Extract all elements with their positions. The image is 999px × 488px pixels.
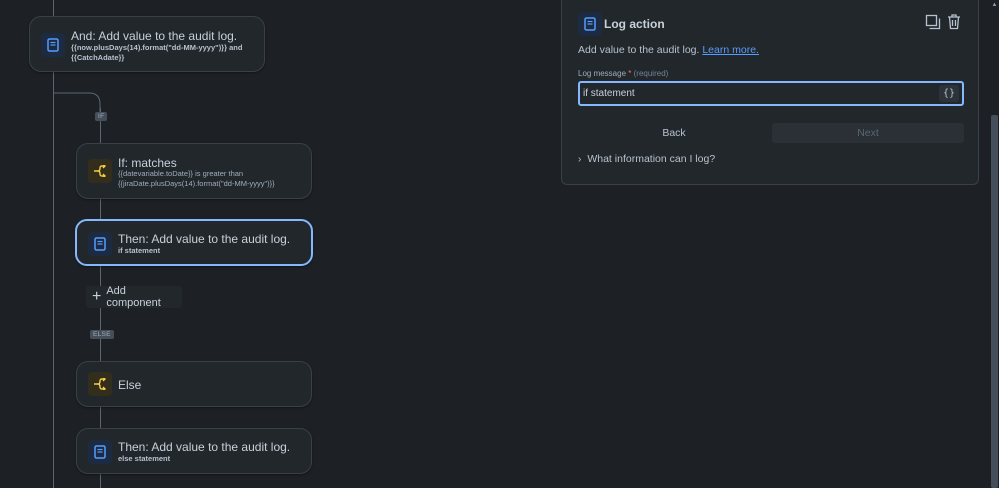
card-subtitle: else statement xyxy=(118,454,171,463)
then-action-card[interactable]: Then: Add value to the audit log. else s… xyxy=(76,428,312,474)
if-condition-card[interactable]: If: matches {{datevariable.toDate}} is g… xyxy=(76,143,312,199)
flow-branch-curve xyxy=(53,92,101,112)
and-action-card[interactable]: And: Add value to the audit log. {{now.p… xyxy=(29,16,265,72)
duplicate-icon[interactable] xyxy=(925,14,941,30)
scroll-up-arrow-icon[interactable]: ▲ xyxy=(991,1,998,9)
card-title: And: Add value to the audit log. xyxy=(71,29,238,43)
audit-log-document-icon xyxy=(41,33,65,57)
if-branch-label: IF xyxy=(95,112,108,121)
chevron-right-icon: › xyxy=(578,153,582,165)
page-scrollbar-track[interactable]: ▲ xyxy=(990,0,999,488)
card-subtitle: if statement xyxy=(118,246,161,255)
smart-value-button[interactable]: {} xyxy=(939,85,959,102)
trash-icon[interactable] xyxy=(946,13,962,30)
card-subtitle: {{CatchAdate}} xyxy=(71,53,125,62)
card-subtitle: {{datevariable.toDate}} is greater than xyxy=(118,169,244,178)
branch-condition-icon xyxy=(88,159,112,183)
card-title: Then: Add value to the audit log. xyxy=(118,232,291,246)
log-action-config-panel: Log action Add value to the audit log. L… xyxy=(561,0,979,185)
required-text: (required) xyxy=(633,69,669,78)
required-mark: * xyxy=(628,69,632,78)
add-component-button[interactable]: + Add component xyxy=(86,285,182,309)
else-branch-label: ELSE xyxy=(90,330,114,339)
flow-main-connector xyxy=(53,0,54,488)
log-message-input[interactable] xyxy=(583,86,933,101)
else-branch-card[interactable]: Else xyxy=(76,361,312,407)
audit-log-document-icon xyxy=(578,12,602,36)
log-message-label: Log message * (required) xyxy=(578,69,668,78)
log-info-expander[interactable]: › What information can I log? xyxy=(578,153,715,165)
card-title: Else xyxy=(118,378,142,392)
add-component-label: Add component xyxy=(106,285,161,309)
log-message-field: {} xyxy=(578,81,964,106)
panel-title: Log action xyxy=(604,17,665,31)
expander-label: What information can I log? xyxy=(587,153,716,165)
card-title: If: matches xyxy=(118,156,177,170)
panel-description: Add value to the audit log. Learn more. xyxy=(578,44,759,56)
back-button[interactable]: Back xyxy=(578,123,770,143)
description-text: Add value to the audit log. xyxy=(578,44,700,56)
next-button[interactable]: Next xyxy=(772,123,964,143)
field-label-text: Log message xyxy=(578,69,627,78)
card-title: Then: Add value to the audit log. xyxy=(118,440,291,454)
card-subtitle: {{now.plusDays(14).format("dd-MM-yyyy")}… xyxy=(71,43,243,52)
then-action-card-selected[interactable]: Then: Add value to the audit log. if sta… xyxy=(75,219,313,266)
rule-flow-canvas: And: Add value to the audit log. {{now.p… xyxy=(0,0,560,488)
audit-log-document-icon xyxy=(88,232,112,256)
plus-icon: + xyxy=(92,288,102,305)
audit-log-document-icon xyxy=(88,440,112,464)
card-subtitle: {{jiraDate.plusDays(14).format("dd-MM-yy… xyxy=(118,179,275,188)
learn-more-link[interactable]: Learn more. xyxy=(702,44,759,56)
page-scrollbar-thumb[interactable] xyxy=(991,115,998,488)
branch-condition-icon xyxy=(88,372,112,396)
